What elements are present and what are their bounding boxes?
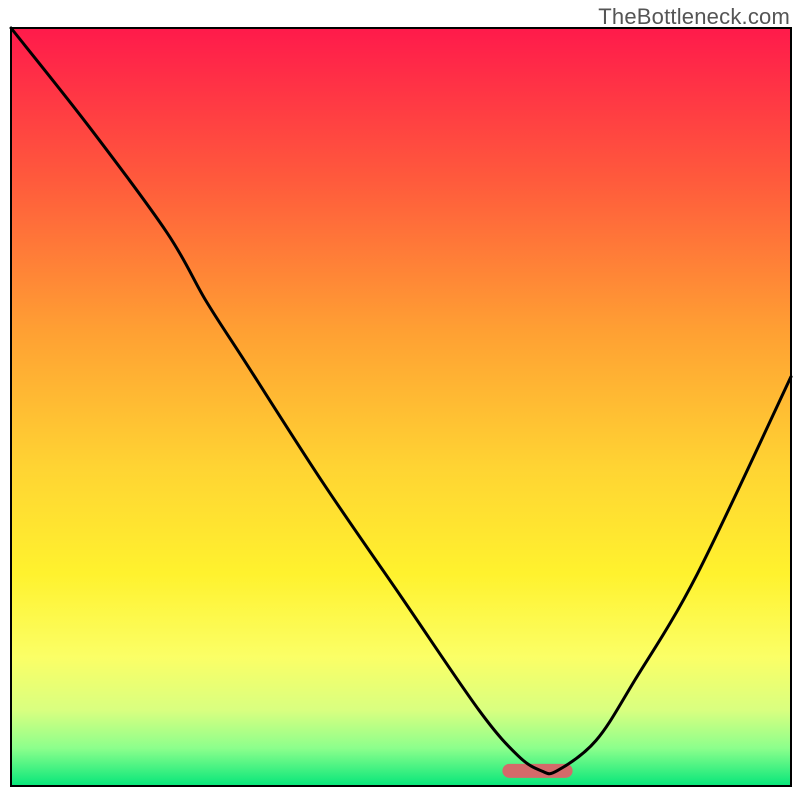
watermark-text: TheBottleneck.com [598, 4, 790, 30]
bottleneck-chart: TheBottleneck.com [0, 0, 800, 800]
chart-background [11, 28, 791, 786]
chart-canvas [0, 0, 800, 800]
